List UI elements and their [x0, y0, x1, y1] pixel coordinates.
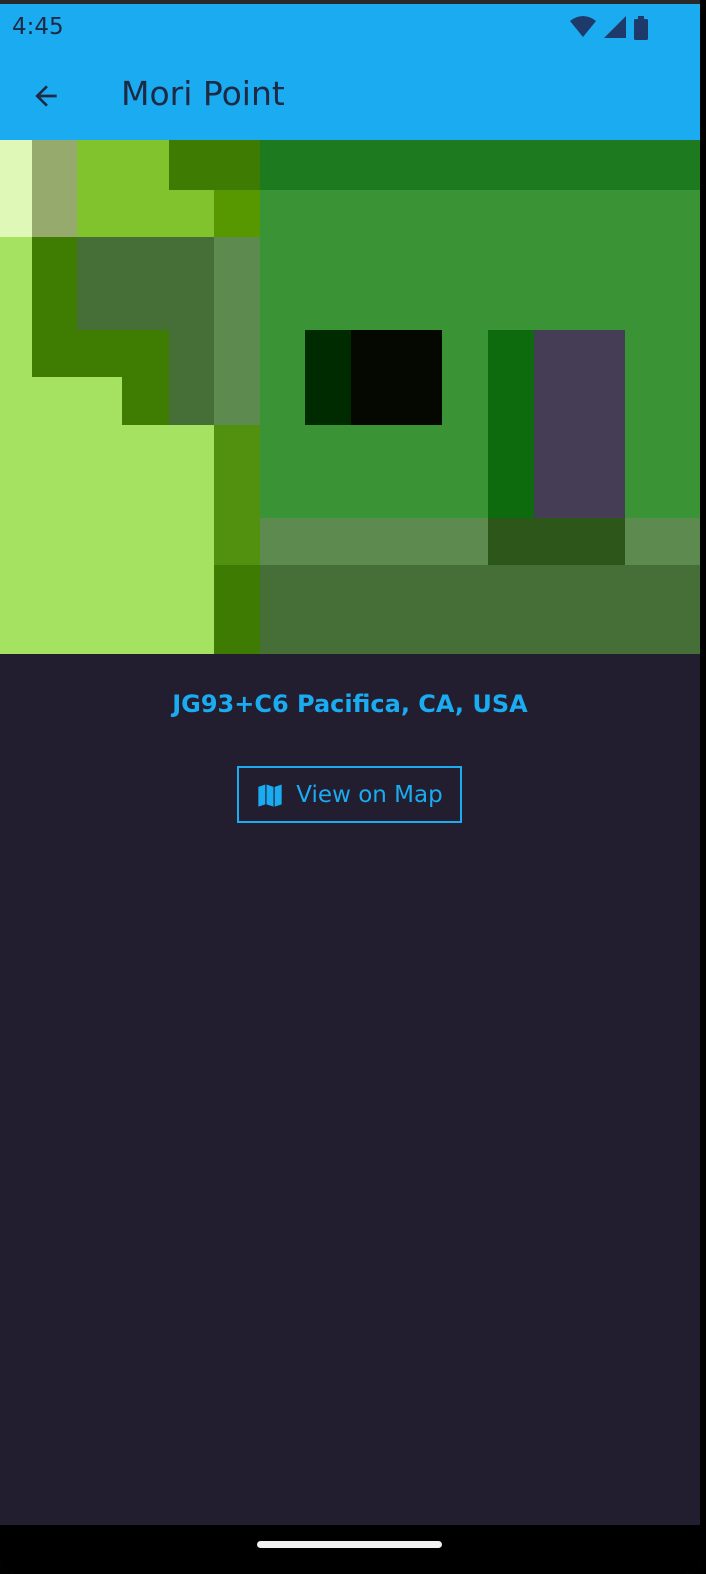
page-title: Mori Point: [121, 74, 285, 113]
location-address: JG93+C6 Pacifica, CA, USA: [172, 690, 528, 718]
home-gesture-handle[interactable]: [257, 1541, 442, 1548]
wifi-icon: [570, 16, 596, 37]
status-bar: 4:45: [0, 0, 700, 52]
map-icon: [258, 784, 282, 807]
arrow-back-icon: [35, 85, 57, 107]
back-button[interactable]: [22, 72, 70, 120]
cellular-signal-icon: [604, 16, 626, 38]
location-photo: [0, 140, 700, 654]
navigation-bar: [0, 1525, 700, 1574]
app-bar: Mori Point: [0, 52, 700, 140]
pixelated-satellite-image: [0, 140, 700, 654]
battery-icon: [634, 16, 648, 40]
app-screen: 4:45 Mori Point JG93+C6 Pacifica, CA, US…: [0, 0, 700, 1574]
view-on-map-label: View on Map: [296, 781, 443, 808]
view-on-map-button[interactable]: View on Map: [237, 766, 462, 823]
status-time: 4:45: [12, 14, 64, 40]
